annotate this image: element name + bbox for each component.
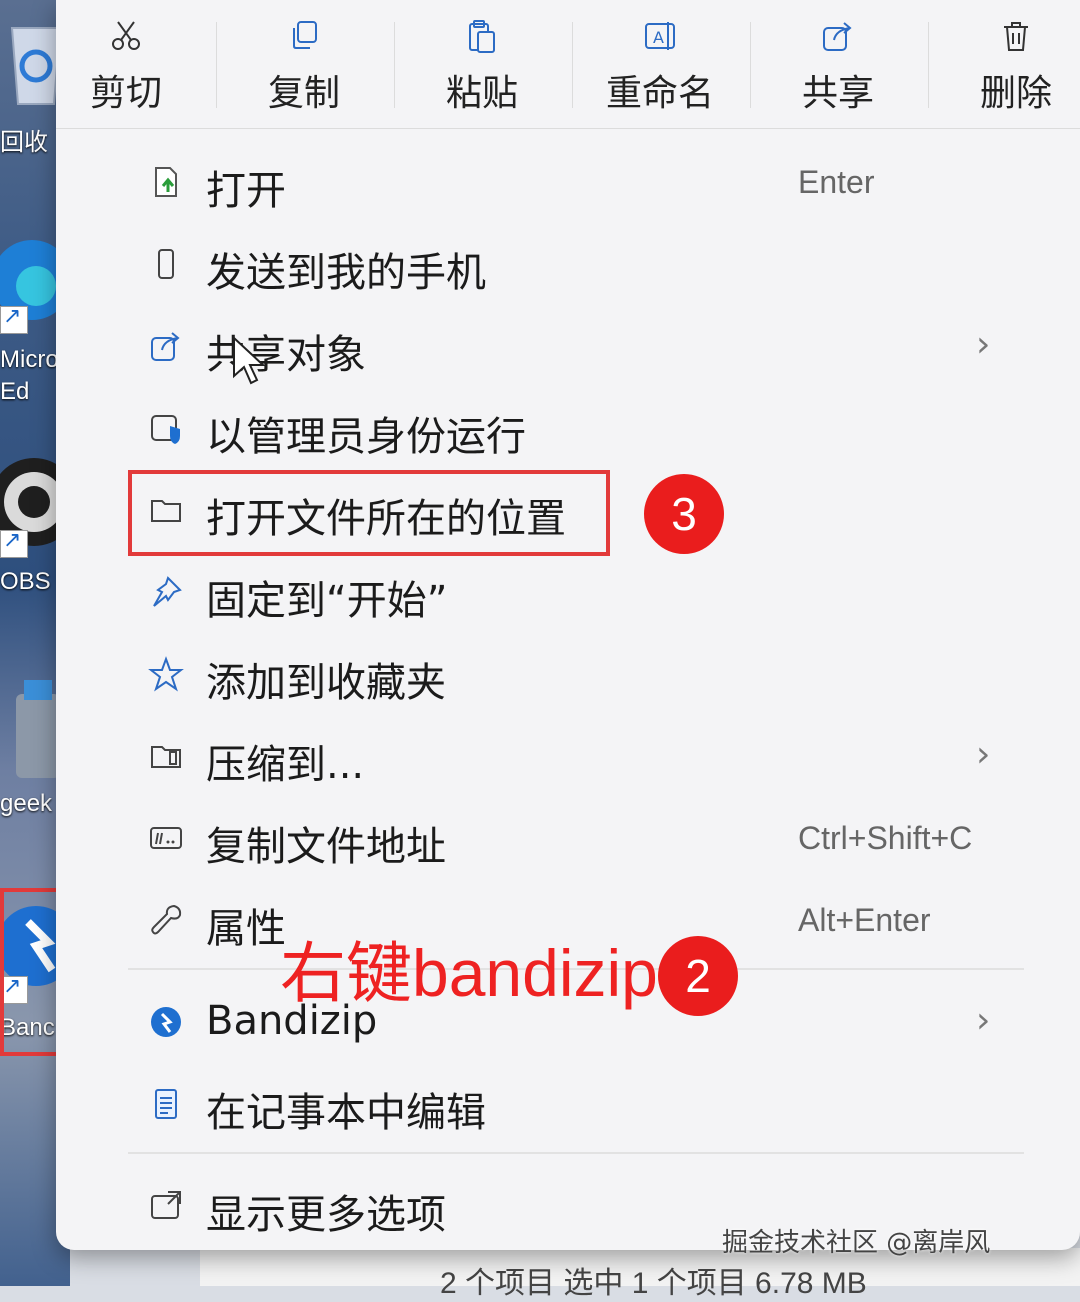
context-menu-toolbar: 剪切 复制 粘贴 A 重命名 共享 删除 <box>56 0 1080 128</box>
more-options-icon <box>151 1191 181 1219</box>
paste-icon <box>469 20 495 53</box>
shortcut-arrow-icon <box>0 528 28 558</box>
admin-shield-icon <box>151 415 180 444</box>
menu-item-label: 在记事本中编辑 <box>206 1090 486 1136</box>
compress-icon <box>151 746 181 768</box>
menu-item-edit-in-notepad[interactable]: 在记事本中编辑 <box>130 1064 1030 1144</box>
menu-item-run-as-admin[interactable]: 以管理员身份运行 <box>130 388 1030 468</box>
open-file-icon <box>155 167 177 197</box>
shortcut-text: Ctrl+Shift+C <box>798 820 973 856</box>
share-icon <box>823 22 852 51</box>
svg-text:A: A <box>653 28 664 47</box>
watermark-text: 掘金技术社区 @离岸风 <box>722 1228 991 1258</box>
shortcut-text: Enter <box>798 164 875 200</box>
share-icon <box>151 332 180 361</box>
path-icon <box>150 827 182 849</box>
chevron-right-icon: › <box>976 734 991 775</box>
step-3-badge: 3 <box>644 474 724 554</box>
rename-label: 重命名 <box>605 73 714 114</box>
menu-item-label: 复制文件地址 <box>206 824 446 870</box>
paste-button[interactable]: 粘贴 <box>412 18 552 116</box>
menu-item-label: 打开 <box>206 168 286 214</box>
menu-separator <box>128 1152 1024 1154</box>
copy-button[interactable]: 复制 <box>234 18 374 116</box>
phone-icon <box>158 249 174 279</box>
menu-item-label: 压缩到... <box>206 742 365 788</box>
menu-item-label: 发送到我的手机 <box>206 250 486 296</box>
menu-item-add-to-favorites[interactable]: 添加到收藏夹 <box>130 634 1030 714</box>
delete-label: 删除 <box>979 73 1052 114</box>
shortcut-text: Alt+Enter <box>798 902 931 938</box>
shortcut-arrow-icon <box>0 304 28 334</box>
toolbar-divider <box>56 128 1080 129</box>
bandizip-icon <box>151 1007 181 1037</box>
mouse-cursor-icon <box>233 336 266 385</box>
cut-button[interactable]: 剪切 <box>56 18 196 116</box>
rename-icon: A <box>645 22 675 50</box>
share-label: 共享 <box>801 73 874 114</box>
menu-item-label: 固定到“开始” <box>206 578 448 624</box>
step-2-badge: 2 <box>658 936 738 1016</box>
desktop-icon-label: geek <box>0 790 53 817</box>
menu-item-send-to-phone[interactable]: 发送到我的手机 <box>130 224 1030 304</box>
rename-button[interactable]: A 重命名 <box>590 18 730 116</box>
menu-item-label: 属性 <box>206 906 286 952</box>
menu-item-label: 共享对象 <box>206 332 366 378</box>
trash-icon <box>1004 22 1028 51</box>
delete-button[interactable]: 删除 <box>946 18 1080 116</box>
menu-item-pin-to-start[interactable]: 固定到“开始” <box>130 552 1030 632</box>
scissors-icon <box>112 21 140 50</box>
pin-icon <box>153 576 182 607</box>
paste-label: 粘贴 <box>445 73 518 114</box>
chevron-right-icon: › <box>976 1000 991 1041</box>
menu-item-open[interactable]: 打开 Enter <box>130 142 1030 222</box>
step-2-annotation-text: 右键bandizip <box>280 936 658 1010</box>
wrench-icon <box>151 904 182 935</box>
chevron-right-icon: › <box>976 324 991 365</box>
notepad-icon <box>155 1089 177 1119</box>
menu-item-label: 以管理员身份运行 <box>206 414 526 460</box>
cut-label: 剪切 <box>89 73 162 114</box>
desktop-icon-label: Micro Ed <box>0 346 59 405</box>
open-file-location-highlight-box <box>128 470 610 556</box>
menu-item-label: 添加到收藏夹 <box>206 660 446 706</box>
copy-icon <box>293 21 317 49</box>
star-icon <box>148 656 184 692</box>
copy-label: 复制 <box>267 73 340 114</box>
desktop-icon-label: 回收 <box>0 129 48 156</box>
share-button[interactable]: 共享 <box>768 18 908 116</box>
menu-item-compress-to[interactable]: 压缩到... › <box>130 716 1030 796</box>
menu-item-copy-as-path[interactable]: 复制文件地址 Ctrl+Shift+C <box>130 798 1030 878</box>
menu-item-label: 显示更多选项 <box>206 1192 446 1238</box>
explorer-status-bar: 2 个项目 选中 1 个项目 6.78 MB <box>440 1267 867 1300</box>
